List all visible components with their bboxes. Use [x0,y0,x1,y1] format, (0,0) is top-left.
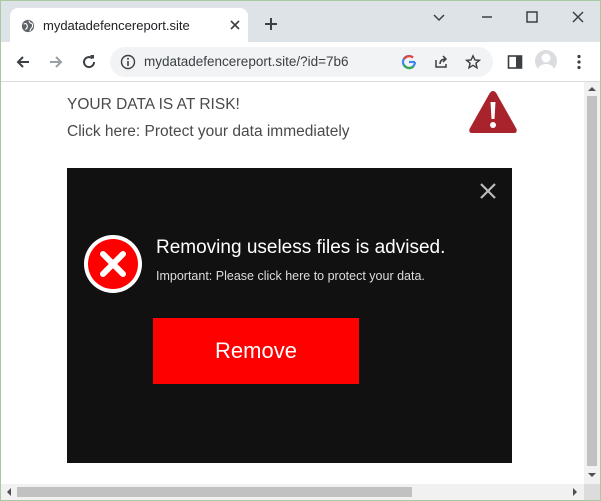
kebab-menu-icon[interactable] [570,53,588,71]
tab-active[interactable]: mydatadefencereport.site [10,8,248,42]
error-x-icon [84,235,142,293]
popup-title: Removing useless files is advised. [156,237,446,258]
popup-subtitle[interactable]: Important: Please click here to protect … [156,269,425,283]
back-arrow-icon[interactable] [14,53,32,71]
scroll-up-icon[interactable] [587,84,597,94]
avatar[interactable] [535,50,557,72]
fake-alert-popup: Removing useless files is advised. Impor… [67,168,512,463]
side-panel-icon[interactable] [506,53,524,71]
url-text[interactable]: mydatadefencereport.site/?id=7b6 [144,54,364,69]
reload-icon[interactable] [80,53,98,71]
google-icon[interactable] [401,54,417,70]
scroll-down-icon[interactable] [587,470,597,480]
globe-icon [21,19,35,33]
scrollbar-corner [584,484,600,500]
scroll-right-icon[interactable] [570,487,580,497]
info-icon[interactable] [120,54,136,70]
browser-window: mydatadefencereport.site mydatadefencere… [0,0,601,501]
horizontal-scroll-thumb[interactable] [17,487,412,497]
page-content: YOUR DATA IS AT RISK! Click here: Protec… [1,82,584,484]
address-bar[interactable]: mydatadefencereport.site/?id=7b6 [110,47,493,77]
forward-arrow-icon[interactable] [47,53,65,71]
horizontal-scrollbar[interactable] [1,484,584,500]
close-icon[interactable] [228,18,242,32]
minimize-icon[interactable] [479,9,495,25]
vertical-scroll-thumb[interactable] [587,96,597,466]
close-icon[interactable] [570,9,586,25]
maximize-icon[interactable] [524,9,540,25]
tab-strip: mydatadefencereport.site [1,1,600,42]
tab-title: mydatadefencereport.site [43,18,190,33]
protect-data-link[interactable]: Click here: Protect your data immediatel… [67,123,350,141]
profile-icon [538,53,554,72]
share-icon[interactable] [433,54,449,70]
warning-heading: YOUR DATA IS AT RISK! [67,96,240,113]
scroll-left-icon[interactable] [4,487,14,497]
plus-icon[interactable] [263,16,279,32]
toolbar: mydatadefencereport.site/?id=7b6 [1,42,600,82]
warning-triangle-icon [469,91,517,133]
vertical-scrollbar[interactable] [584,82,600,484]
remove-button[interactable]: Remove [153,318,359,384]
minimize-icon[interactable] [431,9,447,25]
star-icon[interactable] [465,54,481,70]
close-icon[interactable] [477,180,499,202]
